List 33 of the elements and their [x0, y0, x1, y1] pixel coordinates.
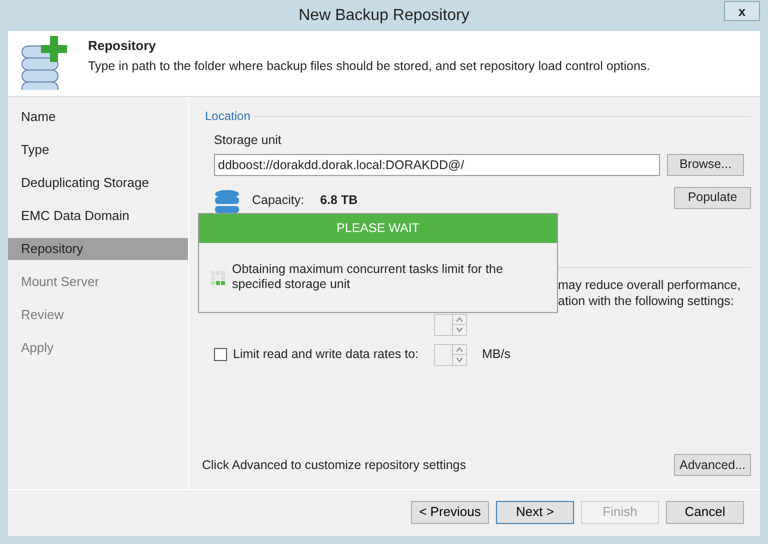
limit-rate-label: Limit read and write data rates to: [233, 346, 420, 364]
wizard-button[interactable]: < Previous [411, 500, 489, 524]
checkbox[interactable] [214, 348, 227, 362]
wizard-button[interactable]: Cancel [666, 500, 744, 524]
spin-down-icon[interactable] [453, 324, 466, 335]
advanced-hint: Click Advanced to customize repository settings [202, 456, 466, 474]
spinner-field[interactable] [434, 314, 467, 336]
sidebar-item[interactable]: Name [8, 106, 188, 128]
close-button[interactable]: x [724, 1, 760, 21]
sidebar-item[interactable]: Deduplicating Storage [8, 172, 188, 194]
loading-icon [211, 271, 226, 286]
load-control-text: ation with the following settings: [558, 292, 735, 309]
wait-message: Obtaining maximum concurrent tasks limit for the specified storage unit [232, 262, 504, 292]
browse-button[interactable]: Browse... [667, 154, 744, 176]
wait-dialog-title: PLEASE WAIT [199, 214, 557, 243]
storage-unit-field[interactable]: ddboost://dorakdd.dorak.local:DORAKDD@/ [214, 154, 660, 176]
header-title: Repository [88, 37, 157, 55]
storage-unit-label: Storage unit [214, 132, 282, 149]
header-description: Type in path to the folder where backup files should be stored, and set repository load control options. [88, 58, 650, 75]
populate-button[interactable]: Populate [674, 186, 751, 209]
load-control-text: may reduce overall performance, [558, 276, 742, 293]
sidebar-item[interactable]: Type [8, 139, 188, 161]
sidebar-item[interactable]: EMC Data Domain [8, 205, 188, 227]
capacity-label: Capacity: [252, 192, 304, 209]
unit-label: MB/s [482, 346, 510, 364]
wizard-button[interactable]: Next > [496, 500, 574, 524]
advanced-button[interactable]: Advanced... [674, 454, 751, 476]
spinner-field[interactable] [434, 344, 467, 366]
sidebar-item[interactable]: Repository [8, 238, 188, 260]
capacity-value: 6.8 TB [320, 192, 358, 209]
window-title: New Backup Repository [298, 6, 470, 26]
section-heading: Location [205, 108, 250, 125]
spin-down-icon[interactable] [453, 354, 466, 365]
